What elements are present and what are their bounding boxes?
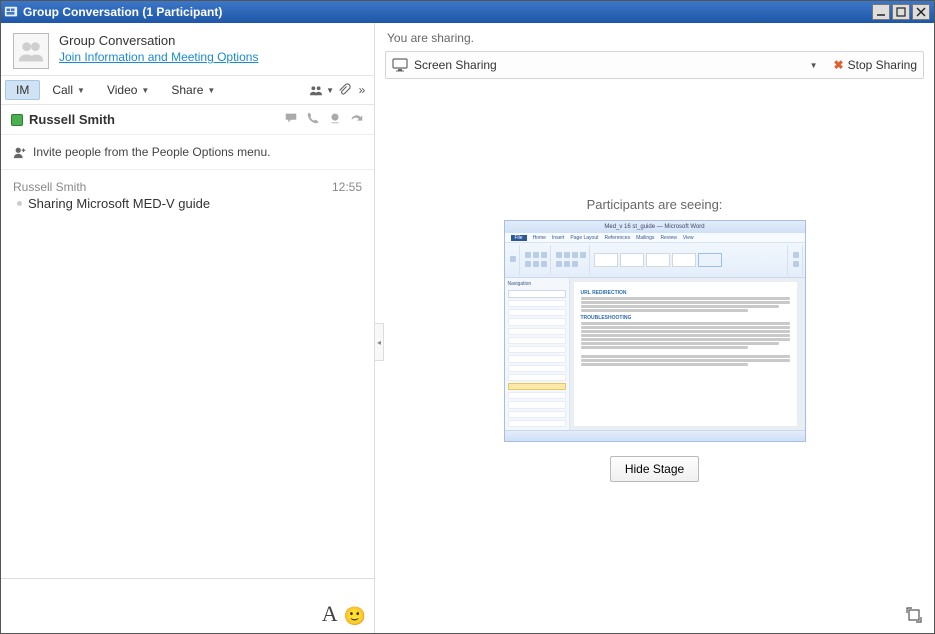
chat-area: Russell Smith 12:55 Sharing Microsoft ME… — [1, 170, 374, 578]
tab-video[interactable]: Video ▼ — [97, 81, 159, 99]
share-mode-dropdown[interactable]: Screen Sharing ▼ — [414, 58, 828, 72]
bullet-icon — [17, 201, 22, 206]
presence-indicator-icon — [11, 114, 23, 126]
compose-area: A 🙂 — [1, 578, 374, 633]
close-button[interactable] — [912, 4, 930, 20]
tab-share-label: Share — [171, 83, 203, 97]
right-pane: ◂ You are sharing. Screen Sharing ▼ ✖ St… — [375, 23, 934, 633]
preview-body: Navigation URL REDIRECTION TROUBLES — [505, 278, 805, 430]
invite-hint: Invite people from the People Options me… — [1, 135, 374, 170]
speech-bubble-icon[interactable] — [284, 111, 298, 128]
message-time: 12:55 — [332, 180, 362, 194]
conversation-header: Group Conversation Join Information and … — [1, 23, 374, 75]
stage-label: Participants are seeing: — [587, 197, 723, 212]
compose-input[interactable] — [1, 579, 322, 633]
tab-video-label: Video — [107, 83, 137, 97]
preview-statusbar — [505, 430, 805, 441]
phone-icon[interactable] — [306, 111, 320, 128]
preview-ribbon — [505, 243, 805, 278]
share-status: You are sharing. — [375, 23, 934, 51]
chevron-down-icon: ▼ — [141, 86, 149, 95]
window-buttons — [872, 4, 930, 20]
add-person-icon — [13, 145, 27, 159]
message-sender: Russell Smith — [13, 180, 86, 194]
conversation-title: Group Conversation — [59, 33, 258, 48]
modality-tabs: IM Call ▼ Video ▼ Share ▼ ▼ » — [1, 75, 374, 105]
chevron-down-icon: ▼ — [326, 86, 334, 95]
tab-share[interactable]: Share ▼ — [161, 81, 225, 99]
message-body: Sharing Microsoft MED-V guide — [13, 196, 362, 211]
share-mode-label: Screen Sharing — [414, 58, 497, 72]
participant-row[interactable]: Russell Smith — [1, 105, 374, 135]
more-options-button[interactable]: » — [354, 82, 370, 98]
invite-hint-text: Invite people from the People Options me… — [33, 145, 270, 159]
monitor-icon — [392, 58, 408, 72]
titlebar: Group Conversation (1 Participant) — [1, 1, 934, 23]
collapse-handle[interactable]: ◂ — [374, 323, 384, 361]
tab-im[interactable]: IM — [5, 80, 40, 100]
stop-sharing-button[interactable]: ✖ Stop Sharing — [834, 58, 917, 72]
tab-call-label: Call — [52, 83, 73, 97]
chevron-down-icon: ▼ — [77, 86, 85, 95]
tab-im-label: IM — [16, 83, 29, 97]
share-bar: Screen Sharing ▼ ✖ Stop Sharing — [385, 51, 924, 79]
compose-tools: A 🙂 — [322, 579, 374, 633]
stage: Participants are seeing: Med_v 16 st_gui… — [375, 85, 934, 633]
preview-page: URL REDIRECTION TROUBLESHOOTING — [570, 278, 805, 430]
app-icon — [3, 4, 19, 20]
attachment-button[interactable] — [336, 82, 352, 98]
preview-ribbon-tabs: FileHomeInsertPage LayoutReferencesMaili… — [505, 233, 805, 243]
popout-button[interactable] — [906, 607, 922, 623]
participant-actions — [284, 111, 364, 128]
preview-nav-pane: Navigation — [505, 278, 570, 430]
minimize-button[interactable] — [872, 4, 890, 20]
emoji-button[interactable]: 🙂 — [344, 606, 366, 627]
window-title: Group Conversation (1 Participant) — [23, 5, 222, 19]
shared-screen-preview: Med_v 16 st_guide — Microsoft Word FileH… — [504, 220, 806, 442]
font-format-button[interactable]: A — [322, 601, 338, 627]
tab-call[interactable]: Call ▼ — [42, 81, 95, 99]
hide-stage-button[interactable]: Hide Stage — [610, 456, 699, 482]
body: Group Conversation Join Information and … — [1, 23, 934, 633]
people-options-button[interactable] — [308, 82, 324, 98]
maximize-button[interactable] — [892, 4, 910, 20]
group-avatar-icon — [13, 33, 49, 69]
left-pane: Group Conversation Join Information and … — [1, 23, 375, 633]
message-header: Russell Smith 12:55 — [13, 180, 362, 194]
x-icon: ✖ — [834, 58, 844, 72]
share-arrow-icon[interactable] — [350, 111, 364, 128]
webcam-icon[interactable] — [328, 111, 342, 128]
chevron-down-icon: ▼ — [207, 86, 215, 95]
conversation-header-text: Group Conversation Join Information and … — [59, 33, 258, 69]
stop-sharing-label: Stop Sharing — [848, 58, 917, 72]
participant-name: Russell Smith — [29, 112, 284, 127]
join-info-link[interactable]: Join Information and Meeting Options — [59, 50, 258, 64]
message-text: Sharing Microsoft MED-V guide — [28, 196, 210, 211]
chevron-down-icon: ▼ — [810, 61, 818, 70]
window: Group Conversation (1 Participant) Group… — [0, 0, 935, 634]
preview-titlebar: Med_v 16 st_guide — Microsoft Word — [505, 221, 805, 233]
